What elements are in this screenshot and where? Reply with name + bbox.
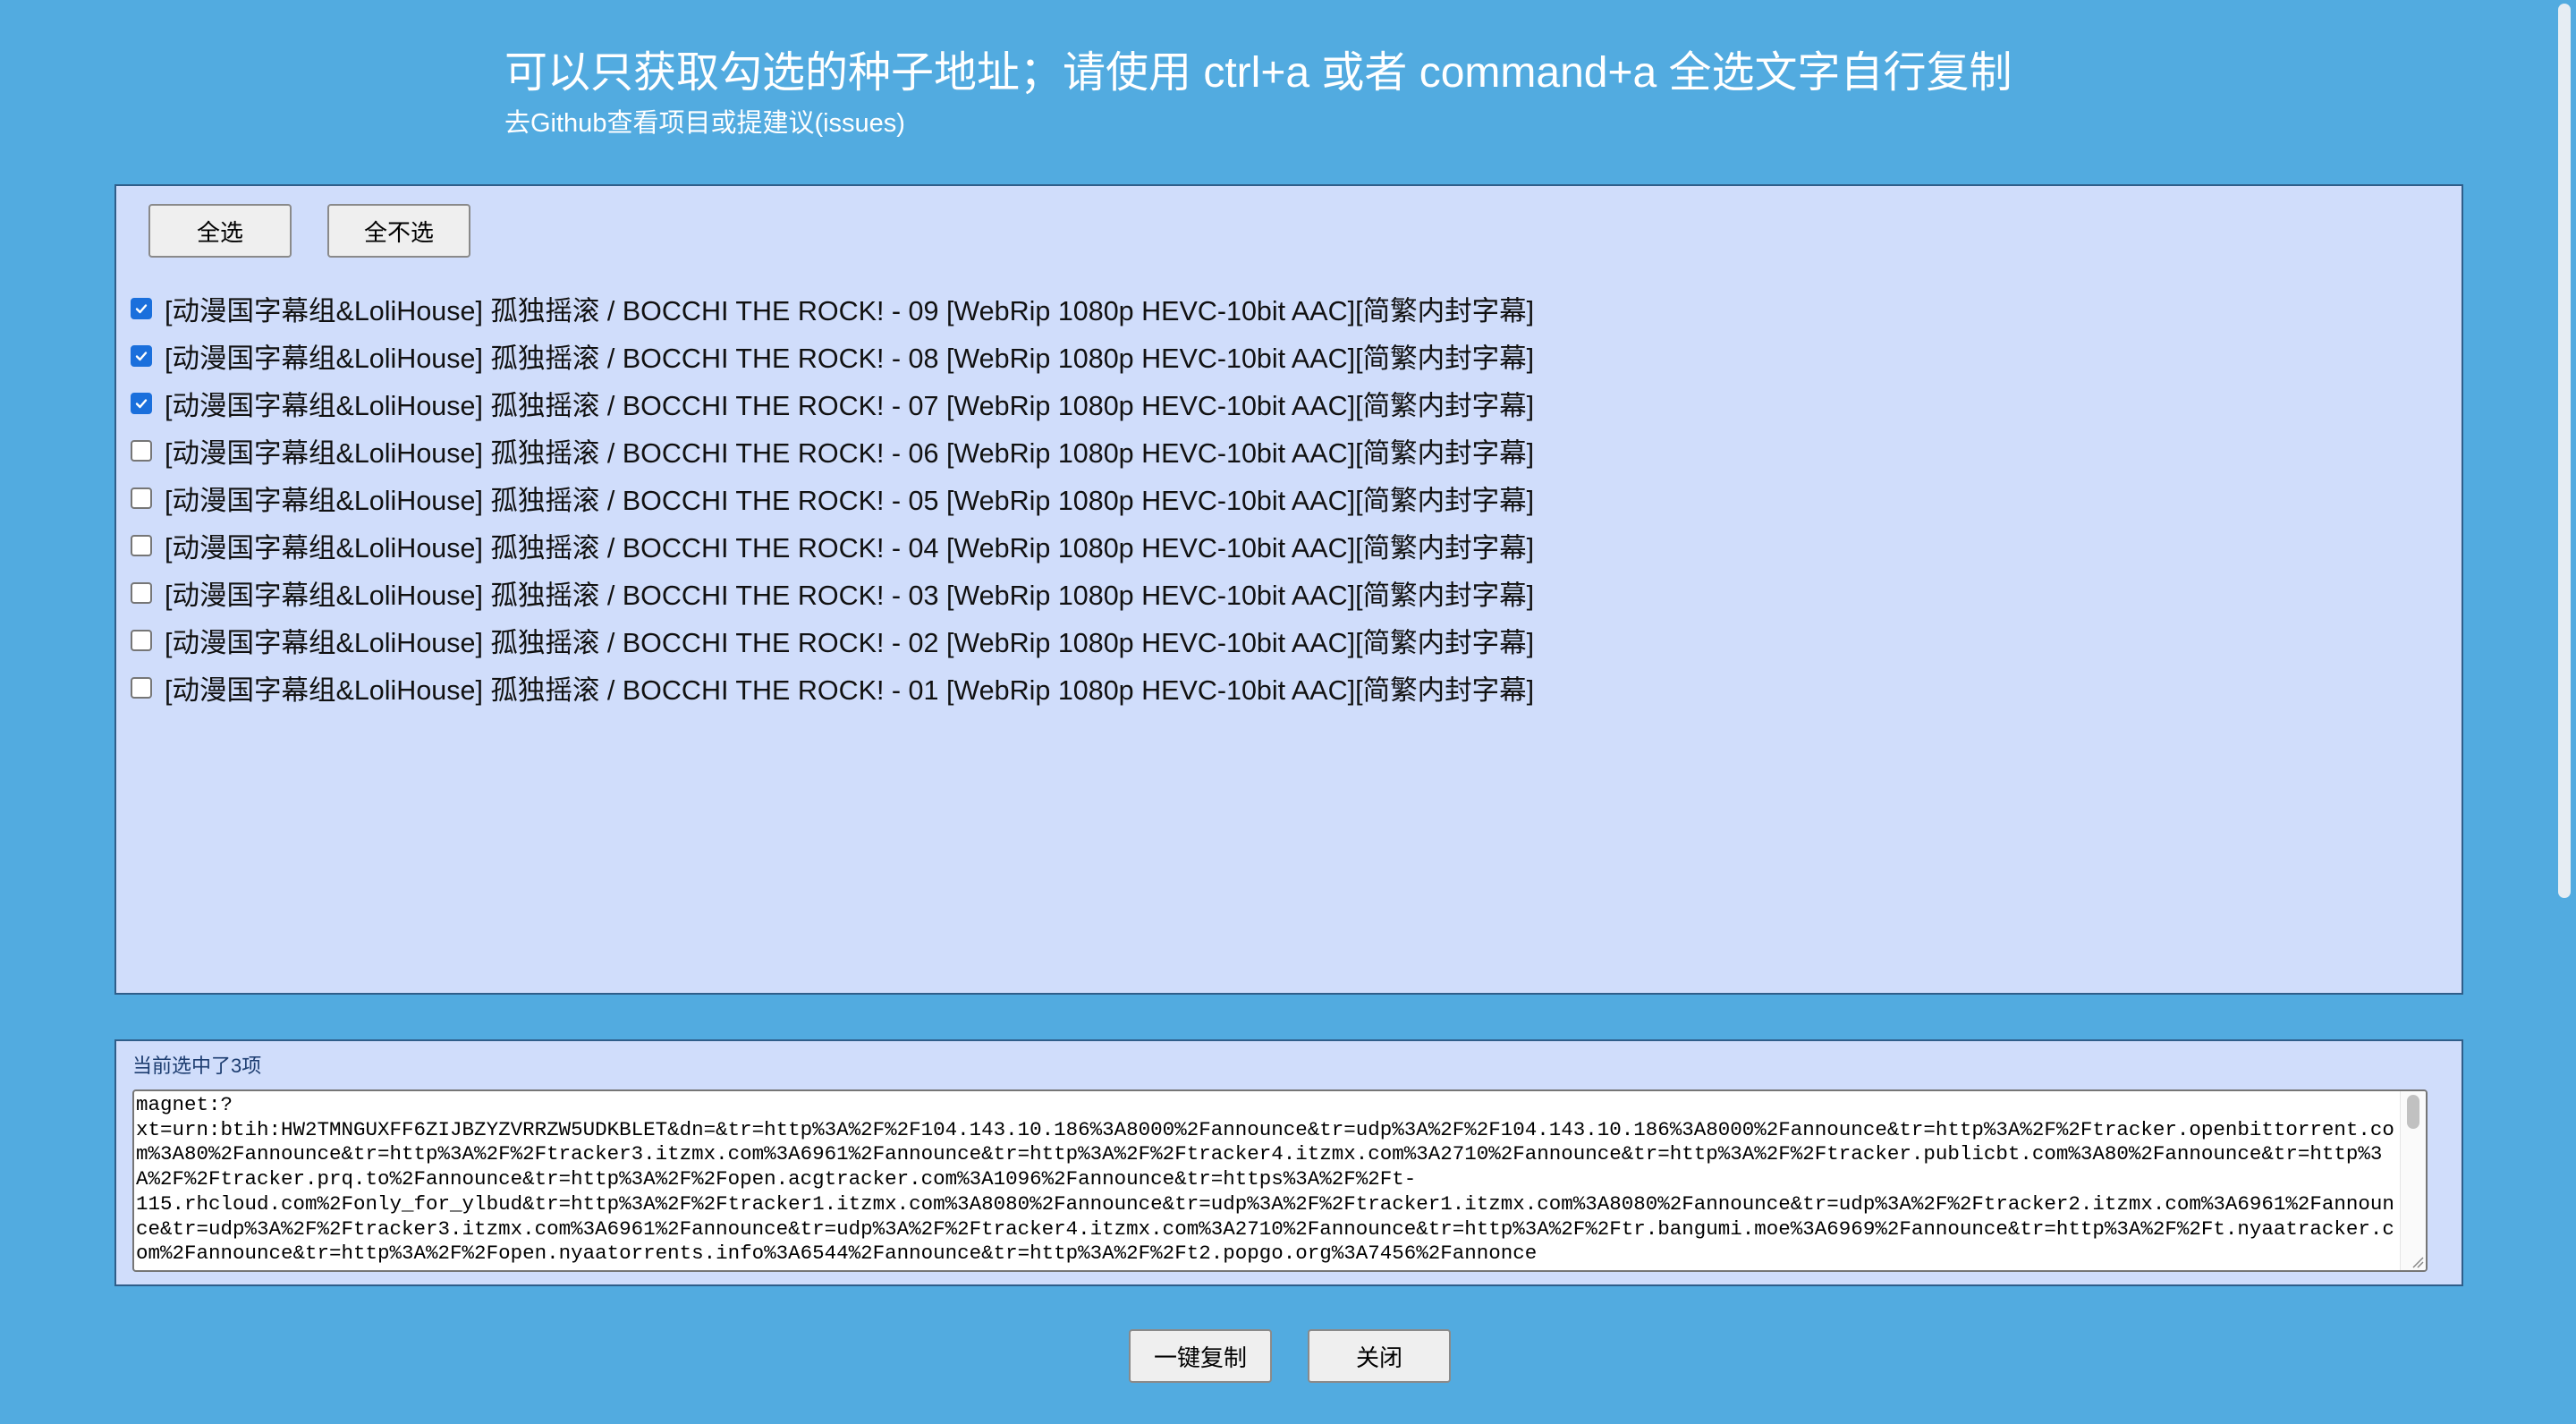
checkbox-unchecked[interactable] [131,676,152,699]
checkbox-checked[interactable] [131,392,152,414]
magnet-text[interactable]: magnet:? xt=urn:btih:HW2TMNGUXFF6ZIJBZYZ… [134,1091,2399,1270]
checkmark-icon [135,351,148,360]
select-none-button[interactable]: 全不选 [327,204,470,258]
checkbox-unchecked[interactable] [131,629,152,651]
checkbox-checked[interactable] [131,297,152,319]
torrent-label[interactable]: [动漫国字幕组&LoliHouse] 孤独摇滚 / BOCCHI THE ROC… [165,336,1534,376]
torrent-item[interactable]: [动漫国字幕组&LoliHouse] 孤独摇滚 / BOCCHI THE ROC… [131,569,1534,616]
github-link[interactable]: 去Github查看项目或提建议(issues) [504,106,2012,141]
torrent-label[interactable]: [动漫国字幕组&LoliHouse] 孤独摇滚 / BOCCHI THE ROC… [165,573,1534,613]
checkbox-unchecked[interactable] [131,439,152,462]
torrent-label[interactable]: [动漫国字幕组&LoliHouse] 孤独摇滚 / BOCCHI THE ROC… [165,668,1534,708]
torrent-item[interactable]: [动漫国字幕组&LoliHouse] 孤独摇滚 / BOCCHI THE ROC… [131,427,1534,474]
torrent-label[interactable]: [动漫国字幕组&LoliHouse] 孤独摇滚 / BOCCHI THE ROC… [165,621,1534,660]
checkbox-unchecked[interactable] [131,487,152,509]
copy-button[interactable]: 一键复制 [1129,1329,1272,1383]
torrent-item[interactable]: [动漫国字幕组&LoliHouse] 孤独摇滚 / BOCCHI THE ROC… [131,284,1534,332]
textarea-scroll-thumb[interactable] [2407,1095,2419,1129]
checkmark-icon [135,398,148,408]
magnet-export-page: 可以只获取勾选的种子地址；请使用 ctrl+a 或者 command+a 全选文… [0,0,2576,1424]
selected-count: 当前选中了3项 [132,1055,262,1077]
close-button[interactable]: 关闭 [1308,1329,1451,1383]
header: 可以只获取勾选的种子地址；请使用 ctrl+a 或者 command+a 全选文… [504,41,2012,141]
torrent-item[interactable]: [动漫国字幕组&LoliHouse] 孤独摇滚 / BOCCHI THE ROC… [131,379,1534,427]
select-all-button[interactable]: 全选 [148,204,292,258]
torrent-item[interactable]: [动漫国字幕组&LoliHouse] 孤独摇滚 / BOCCHI THE ROC… [131,664,1534,711]
torrent-label[interactable]: [动漫国字幕组&LoliHouse] 孤独摇滚 / BOCCHI THE ROC… [165,384,1534,423]
torrent-item[interactable]: [动漫国字幕组&LoliHouse] 孤独摇滚 / BOCCHI THE ROC… [131,474,1534,521]
textarea-scrollbar[interactable] [2400,1091,2426,1270]
torrent-item[interactable]: [动漫国字幕组&LoliHouse] 孤独摇滚 / BOCCHI THE ROC… [131,521,1534,569]
torrent-label[interactable]: [动漫国字幕组&LoliHouse] 孤独摇滚 / BOCCHI THE ROC… [165,526,1534,565]
page-scroll-thumb[interactable] [2558,4,2571,898]
torrent-item[interactable]: [动漫国字幕组&LoliHouse] 孤独摇滚 / BOCCHI THE ROC… [131,332,1534,379]
torrent-label[interactable]: [动漫国字幕组&LoliHouse] 孤独摇滚 / BOCCHI THE ROC… [165,431,1534,470]
resize-handle-icon[interactable] [2410,1254,2424,1268]
checkbox-unchecked[interactable] [131,581,152,604]
checkmark-icon [135,303,148,313]
torrent-item[interactable]: [动漫国字幕组&LoliHouse] 孤独摇滚 / BOCCHI THE ROC… [131,616,1534,664]
torrent-label[interactable]: [动漫国字幕组&LoliHouse] 孤独摇滚 / BOCCHI THE ROC… [165,479,1534,518]
checkbox-unchecked[interactable] [131,534,152,556]
checkbox-checked[interactable] [131,344,152,367]
result-panel: 当前选中了3项 magnet:? xt=urn:btih:HW2TMNGUXFF… [114,1039,2463,1286]
torrent-label[interactable]: [动漫国字幕组&LoliHouse] 孤独摇滚 / BOCCHI THE ROC… [165,289,1534,328]
torrent-list: [动漫国字幕组&LoliHouse] 孤独摇滚 / BOCCHI THE ROC… [131,284,1534,711]
page-title: 可以只获取勾选的种子地址；请使用 ctrl+a 或者 command+a 全选文… [504,49,2012,97]
torrent-list-panel: 全选 全不选 [动漫国字幕组&LoliHouse] 孤独摇滚 / BOCCHI … [114,184,2463,995]
page-scrollbar[interactable] [2549,0,2576,1424]
magnet-textarea[interactable]: magnet:? xt=urn:btih:HW2TMNGUXFF6ZIJBZYZ… [132,1089,2428,1272]
